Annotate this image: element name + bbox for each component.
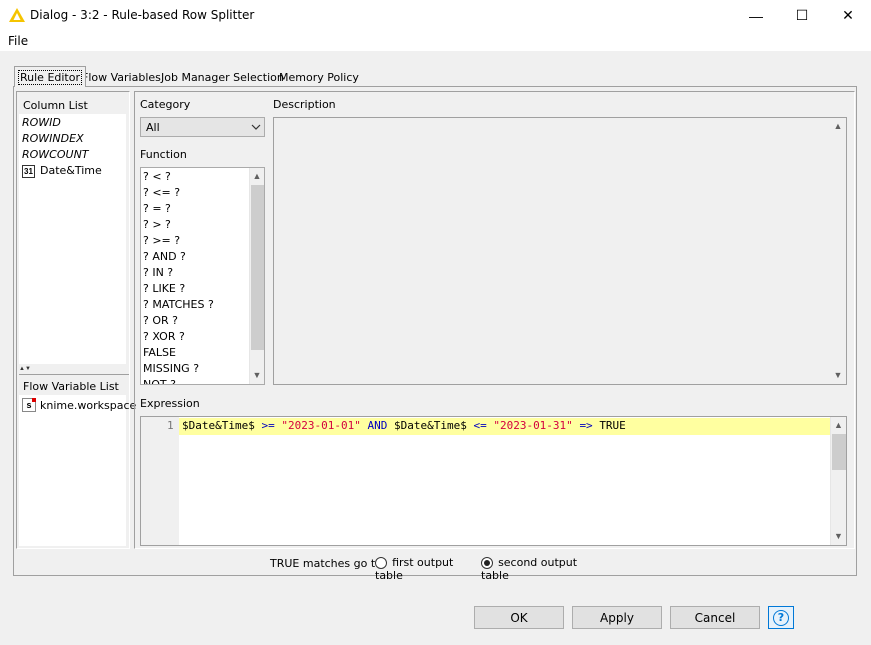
function-item[interactable]: NOT ? [143,377,214,384]
scroll-up-icon[interactable]: ▲ [250,171,264,181]
flow-variable-list[interactable]: s knime.workspace [19,395,136,546]
second-output-label: second output table [481,556,578,582]
help-icon: ? [773,609,789,626]
first-output-label: first output table [375,556,454,582]
function-item[interactable]: ? >= ? [143,233,214,249]
scrollbar-thumb[interactable] [251,185,264,350]
column-list[interactable]: ROWID ROWINDEX ROWCOUNT 31 Date&Time [19,114,126,364]
maximize-icon: ☐ [795,7,809,23]
ok-button[interactable]: OK [474,606,564,629]
close-icon: ✕ [842,7,854,23]
token-column: $Date&Time$ [182,419,255,432]
splitter-handle[interactable]: ▲▼ [19,366,129,372]
flow-variable-label: knime.workspace [40,399,137,412]
function-item[interactable]: ? XOR ? [143,329,214,345]
column-item-rowid[interactable]: ROWID [22,116,61,129]
tab-job-manager-label: Job Manager Selection [161,70,284,84]
flow-variable-list-title: Flow Variable List [23,380,119,393]
minimize-button[interactable]: — [733,0,779,31]
knime-logo-icon [9,8,25,22]
token-result: TRUE [599,419,626,432]
line-gutter: 1 [141,417,179,545]
function-item[interactable]: ? < ? [143,169,214,185]
function-item[interactable]: ? MATCHES ? [143,297,214,313]
tab-memory-policy[interactable]: Memory Policy [276,68,362,86]
function-item[interactable]: ? = ? [143,201,214,217]
maximize-button[interactable]: ☐ [779,0,825,31]
output-label: TRUE matches go to [270,557,382,570]
function-item[interactable]: ? OR ? [143,313,214,329]
token-operator: <= [473,419,487,432]
function-item[interactable]: ? IN ? [143,265,214,281]
function-item[interactable]: MISSING ? [143,361,214,377]
minimize-icon: — [749,7,763,24]
expression-editor[interactable]: 1 $Date&Time$ >= "2023-01-01" AND $Date&… [140,416,847,546]
category-select[interactable]: All [140,117,265,137]
scroll-down-icon[interactable]: ▼ [830,370,846,380]
string-variable-icon: s [22,398,36,412]
scroll-down-icon[interactable]: ▼ [250,370,264,380]
title-bar: Dialog - 3:2 - Rule-based Row Splitter —… [0,0,871,31]
description-panel: ▲ ▼ [273,117,847,385]
scroll-up-icon[interactable]: ▲ [831,420,846,430]
function-item[interactable]: ? <= ? [143,185,214,201]
function-items: ? < ?? <= ?? = ?? > ?? >= ?? AND ?? IN ?… [143,169,214,384]
chevron-down-icon [251,124,261,130]
function-list[interactable]: ? < ?? <= ?? = ?? > ?? >= ?? AND ?? IN ?… [140,167,265,385]
function-scrollbar[interactable]: ▲ ▼ [249,168,264,384]
category-label: Category [140,98,191,111]
flow-variable-item[interactable]: s knime.workspace [22,397,136,413]
column-item-label: Date&Time [40,164,102,177]
function-item[interactable]: ? AND ? [143,249,214,265]
second-output-radio[interactable]: second output table [481,556,601,582]
function-item[interactable]: ? > ? [143,217,214,233]
help-button[interactable]: ? [768,606,794,629]
token-keyword: AND [367,419,388,432]
column-item-rowcount[interactable]: ROWCOUNT [22,148,89,161]
tab-job-manager-selection[interactable]: Job Manager Selection [158,68,287,86]
expression-text[interactable]: $Date&Time$ >= "2023-01-01" AND $Date&Ti… [182,419,626,432]
tab-rule-editor-label: Rule Editor [18,69,82,85]
function-item[interactable]: FALSE [143,345,214,361]
column-item-date-time[interactable]: 31 Date&Time [22,164,122,179]
calendar-icon: 31 [22,165,35,178]
divider [19,374,129,375]
scrollbar-thumb[interactable] [832,434,846,470]
expression-scrollbar[interactable]: ▲ ▼ [830,417,846,545]
radio-selected-icon [481,556,493,569]
description-label: Description [273,98,336,111]
function-item[interactable]: ? LIKE ? [143,281,214,297]
menu-bar: File [0,31,871,51]
scroll-down-icon[interactable]: ▼ [831,531,846,541]
expression-label: Expression [140,397,200,410]
token-column: $Date&Time$ [393,419,467,432]
radio-icon [375,556,387,569]
window-title: Dialog - 3:2 - Rule-based Row Splitter [30,8,255,22]
description-scrollbar[interactable]: ▲ ▼ [830,118,846,384]
function-label: Function [140,148,187,161]
tab-flow-variables[interactable]: Flow Variables [79,68,164,86]
cancel-button[interactable]: Cancel [670,606,760,629]
string-variable-icon-label: s [26,400,32,410]
token-string: "2023-01-01" [281,419,361,432]
line-number: 1 [167,419,174,432]
token-string: "2023-01-31" [493,419,573,432]
column-list-title: Column List [23,99,88,112]
column-item-rowindex[interactable]: ROWINDEX [22,132,84,145]
scroll-up-icon[interactable]: ▲ [830,121,846,131]
token-operator: => [579,419,593,432]
tab-memory-policy-label: Memory Policy [279,70,359,84]
apply-button[interactable]: Apply [572,606,662,629]
category-selected-value: All [146,121,160,134]
close-button[interactable]: ✕ [825,0,871,31]
first-output-radio[interactable]: first output table [375,556,475,582]
tab-rule-editor[interactable]: Rule Editor [14,66,86,87]
token-operator: >= [261,419,275,432]
tab-flow-variables-label: Flow Variables [82,70,161,84]
menu-file[interactable]: File [8,34,28,48]
